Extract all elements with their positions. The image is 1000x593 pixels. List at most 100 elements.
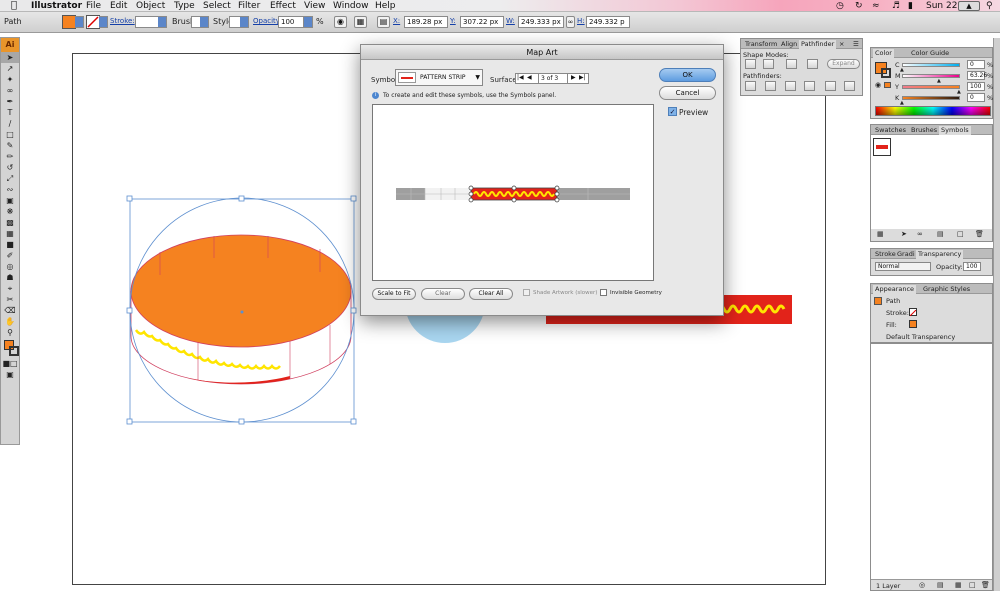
- trash-icon[interactable]: 🗑: [975, 230, 984, 239]
- crop-icon[interactable]: [804, 81, 815, 91]
- info-icon: i: [372, 92, 379, 99]
- blend-mode-select[interactable]: Normal: [875, 262, 931, 271]
- symbol-select-value: PATTERN STRIP: [420, 74, 466, 81]
- tab-symbols[interactable]: Symbols: [939, 126, 971, 135]
- surface-preview[interactable]: [372, 104, 654, 281]
- pathfinders-label: Pathfinders:: [743, 72, 782, 80]
- next-surface-icon[interactable]: ▶: [571, 74, 576, 81]
- channel-k-label: K: [895, 94, 900, 102]
- last-surface-icon[interactable]: ▶|: [579, 74, 586, 81]
- appearance-fill-swatch[interactable]: [909, 320, 917, 328]
- merge-icon[interactable]: [785, 81, 796, 91]
- scale-to-fit-button[interactable]: Scale to Fit: [372, 288, 416, 300]
- clipping-mask-icon[interactable]: ▤: [937, 581, 944, 590]
- tab-transform[interactable]: Transform: [743, 40, 779, 49]
- panel-dock-strip[interactable]: [993, 38, 1000, 591]
- expand-button[interactable]: Expand: [827, 59, 860, 69]
- color-panel: Color Color Guide ◉ C ▲ 0 % M ▲ 63.26 % …: [870, 47, 993, 119]
- divide-icon[interactable]: [745, 81, 756, 91]
- shade-artwork-label: Shade Artwork (slower): [533, 290, 598, 296]
- channel-k-slider[interactable]: [902, 96, 960, 100]
- chevron-down-icon: ▼: [475, 74, 480, 81]
- break-link-icon[interactable]: ∞: [917, 230, 923, 239]
- tab-color-guide[interactable]: Color Guide: [909, 49, 951, 58]
- channel-c-field[interactable]: 0: [967, 60, 985, 69]
- ok-button[interactable]: OK: [659, 68, 716, 82]
- stroke-color-icon[interactable]: [881, 68, 891, 78]
- symbol-select[interactable]: PATTERN STRIP ▼: [395, 69, 483, 86]
- shade-artwork-checkbox[interactable]: [523, 289, 530, 296]
- tab-appearance[interactable]: Appearance: [873, 285, 917, 294]
- layers-count: 1 Layer: [876, 582, 901, 590]
- channel-m-label: M: [895, 72, 901, 80]
- cancel-button[interactable]: Cancel: [659, 86, 716, 100]
- channel-c-label: C: [895, 61, 900, 69]
- channel-y-slider[interactable]: [902, 85, 960, 89]
- transparency-opacity-label: Opacity:: [936, 263, 963, 271]
- transparency-opacity-field[interactable]: 100: [963, 262, 981, 271]
- appearance-object-label: Path: [886, 297, 901, 305]
- panel-menu-icon[interactable]: ☰: [851, 40, 861, 49]
- new-symbol-icon[interactable]: □: [957, 230, 964, 239]
- channel-c-slider[interactable]: [902, 63, 960, 67]
- appearance-stroke-label: Stroke:: [886, 309, 909, 317]
- clear-all-button[interactable]: Clear All: [469, 288, 513, 300]
- shape-modes-label: Shape Modes:: [743, 51, 789, 59]
- symbol-options-icon[interactable]: ▤: [937, 230, 944, 239]
- exclude-icon[interactable]: [807, 59, 818, 69]
- preview-checkbox[interactable]: ✓: [668, 107, 677, 116]
- appearance-default-transparency: Default Transparency: [886, 333, 956, 341]
- tab-gradient[interactable]: Gradi: [895, 250, 917, 259]
- tab-pathfinder[interactable]: Pathfinder: [799, 40, 837, 49]
- prev-surface-icon[interactable]: ◀: [527, 74, 532, 81]
- dialog-title[interactable]: Map Art: [361, 45, 723, 60]
- transparency-panel: Stroke Gradi Transparency Normal Opacity…: [870, 248, 993, 276]
- appearance-stroke-swatch[interactable]: [909, 308, 917, 317]
- invisible-geometry-checkbox[interactable]: [600, 289, 607, 296]
- place-symbol-icon[interactable]: ➤: [901, 230, 907, 239]
- tab-graphic-styles[interactable]: Graphic Styles: [921, 285, 972, 294]
- channel-k-field[interactable]: 0: [967, 93, 985, 102]
- cylinder-3d-object[interactable]: [124, 234, 352, 405]
- tab-color[interactable]: Color: [873, 49, 894, 58]
- intersect-icon[interactable]: [786, 59, 797, 69]
- in-gamut-swatch[interactable]: [884, 82, 891, 88]
- new-sublayer-icon[interactable]: ▦: [955, 581, 962, 590]
- channel-y-field[interactable]: 100: [967, 82, 985, 91]
- pathfinder-panel: Transform Align Pathfinder × ☰ Shape Mod…: [740, 38, 863, 96]
- new-layer-icon[interactable]: □: [969, 581, 976, 590]
- invisible-geometry-label[interactable]: Invisible Geometry: [610, 290, 662, 296]
- out-of-gamut-icon[interactable]: ◉: [875, 81, 881, 90]
- locate-object-icon[interactable]: ◎: [919, 581, 925, 590]
- tab-swatches[interactable]: Swatches: [873, 126, 908, 135]
- channel-y-label: Y: [895, 83, 899, 91]
- layers-footer: 1 Layer ◎ ▤ ▦ □ 🗑: [871, 579, 992, 590]
- surface-field[interactable]: 3 of 3: [538, 74, 568, 83]
- pattern-strip-symbol-thumbnail[interactable]: [873, 138, 891, 156]
- appearance-fill-label: Fill:: [886, 321, 897, 329]
- symbols-list[interactable]: [871, 135, 992, 229]
- channel-m-field[interactable]: 63.26: [967, 71, 987, 80]
- trim-icon[interactable]: [765, 81, 776, 91]
- uv-grid-preview[interactable]: [373, 105, 653, 280]
- delete-layer-icon[interactable]: 🗑: [981, 581, 990, 590]
- clear-button[interactable]: Clear: [421, 288, 465, 300]
- tab-brushes[interactable]: Brushes: [909, 126, 939, 135]
- symbol-thumbnail-icon: [398, 72, 416, 83]
- tab-align[interactable]: Align: [779, 40, 799, 49]
- tab-transparency[interactable]: Transparency: [916, 250, 964, 259]
- channel-m-slider[interactable]: [902, 74, 960, 78]
- symbol-libraries-icon[interactable]: ▦: [877, 230, 884, 239]
- color-spectrum-bar[interactable]: [875, 106, 991, 116]
- tab-stroke[interactable]: Stroke: [873, 250, 898, 259]
- symbols-hint: To create and edit these symbols, use th…: [383, 92, 557, 99]
- minus-front-icon[interactable]: [763, 59, 774, 69]
- close-tab-icon[interactable]: ×: [837, 40, 846, 49]
- first-surface-icon[interactable]: |◀: [517, 74, 524, 81]
- path-thumbnail-icon: [874, 297, 882, 305]
- unite-icon[interactable]: [745, 59, 756, 69]
- outline-icon[interactable]: [825, 81, 836, 91]
- minus-back-icon[interactable]: [844, 81, 855, 91]
- preview-label[interactable]: Preview: [679, 108, 708, 117]
- surface-stepper[interactable]: |◀ ◀ 3 of 3 ▶ ▶|: [515, 73, 589, 84]
